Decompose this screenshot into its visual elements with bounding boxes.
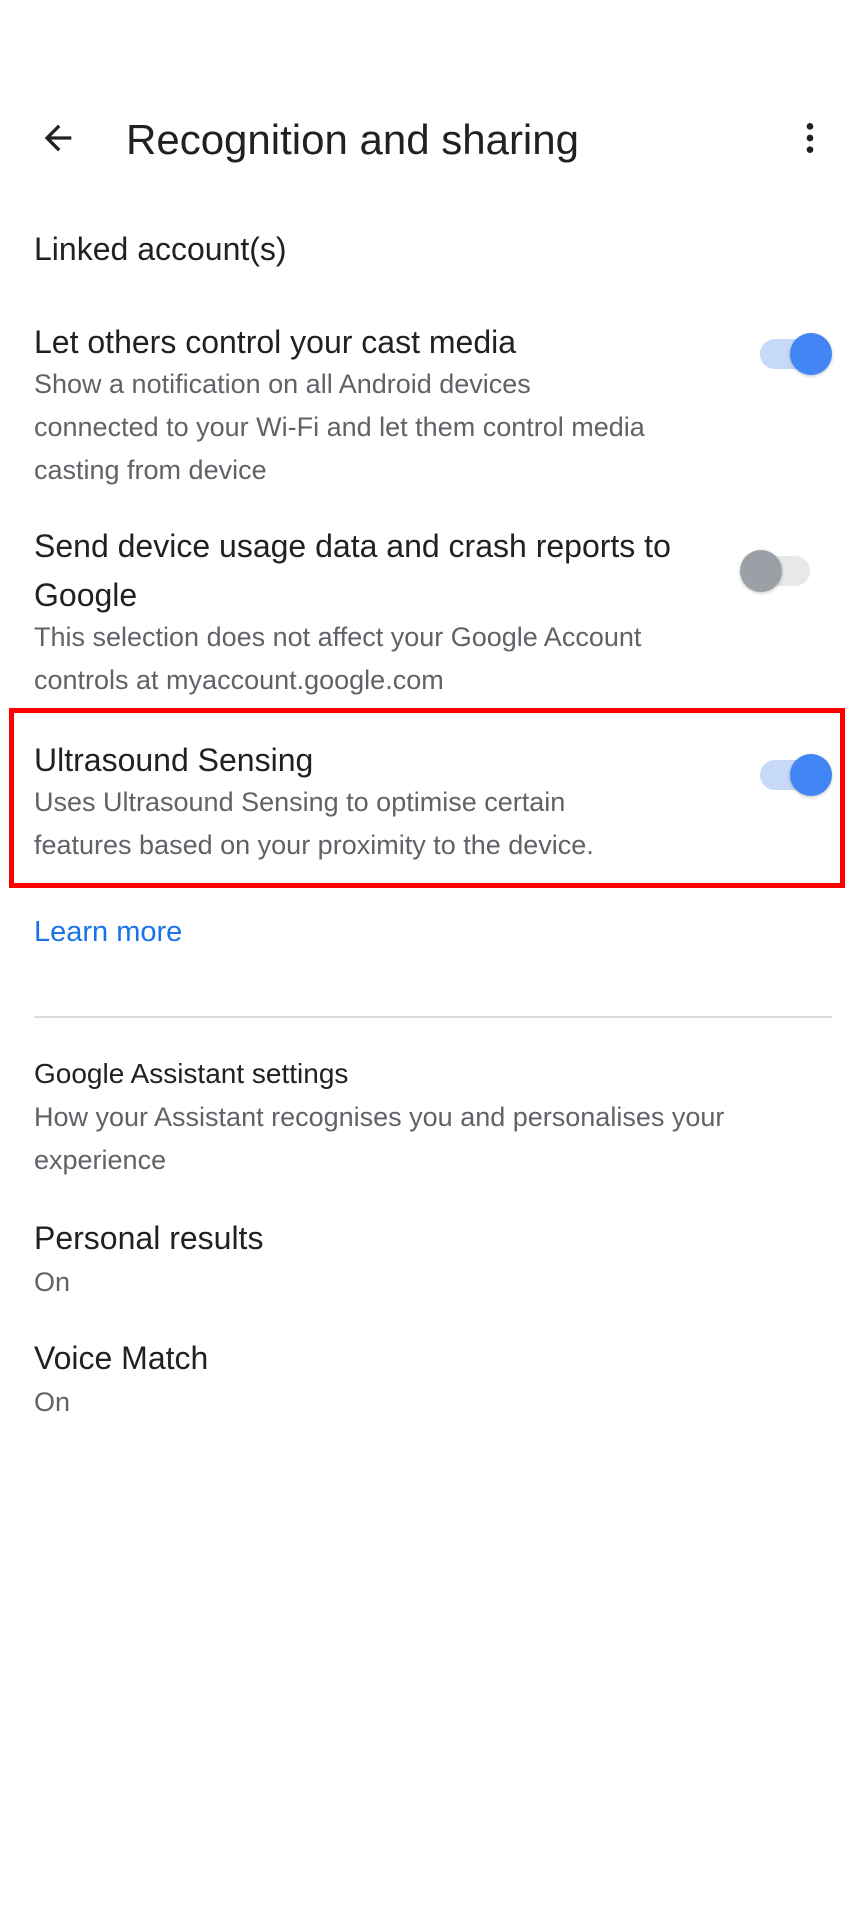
list-item-label: Voice Match (34, 1340, 209, 1376)
more-vert-icon (806, 123, 814, 153)
usage-data-toggle[interactable] (740, 550, 810, 592)
setting-label: Send device usage data and crash reports… (34, 528, 671, 613)
more-options-button[interactable] (772, 100, 848, 176)
setting-label: Let others control your cast media (34, 324, 517, 360)
setting-description: This selection does not affect your Goog… (34, 622, 642, 695)
page-title: Recognition and sharing (126, 116, 579, 163)
setting-description: Show a notification on all Android devic… (34, 369, 645, 485)
linked-accounts-item[interactable]: Linked account(s) (34, 222, 287, 276)
setting-label: Ultrasound Sensing (34, 742, 314, 778)
list-item-label: Personal results (34, 1220, 264, 1256)
voice-match-item[interactable]: Voice Match On (0, 1334, 864, 1444)
toggle-thumb (740, 550, 782, 592)
list-item-value: On (34, 1267, 71, 1297)
toggle-thumb (790, 754, 832, 796)
learn-more-link[interactable]: Learn more (34, 910, 182, 954)
cast-media-toggle[interactable] (760, 333, 832, 375)
toggle-thumb (790, 333, 832, 375)
section-divider (34, 1016, 832, 1018)
setting-ultrasound-sensing[interactable]: Ultrasound Sensing Uses Ultrasound Sensi… (0, 736, 864, 866)
personal-results-item[interactable]: Personal results On (0, 1214, 864, 1324)
setting-description: Uses Ultrasound Sensing to optimise cert… (34, 787, 594, 860)
section-header: Google Assistant settings (34, 1058, 349, 1089)
arrow-back-icon (44, 124, 72, 152)
setting-usage-data[interactable]: Send device usage data and crash reports… (0, 522, 864, 702)
app-bar: Recognition and sharing (0, 78, 864, 202)
setting-cast-media[interactable]: Let others control your cast media Show … (0, 316, 864, 492)
back-button[interactable] (20, 100, 96, 176)
section-description: How your Assistant recognises you and pe… (34, 1102, 725, 1175)
ultrasound-sensing-toggle[interactable] (760, 754, 832, 796)
list-item-value: On (34, 1387, 71, 1417)
